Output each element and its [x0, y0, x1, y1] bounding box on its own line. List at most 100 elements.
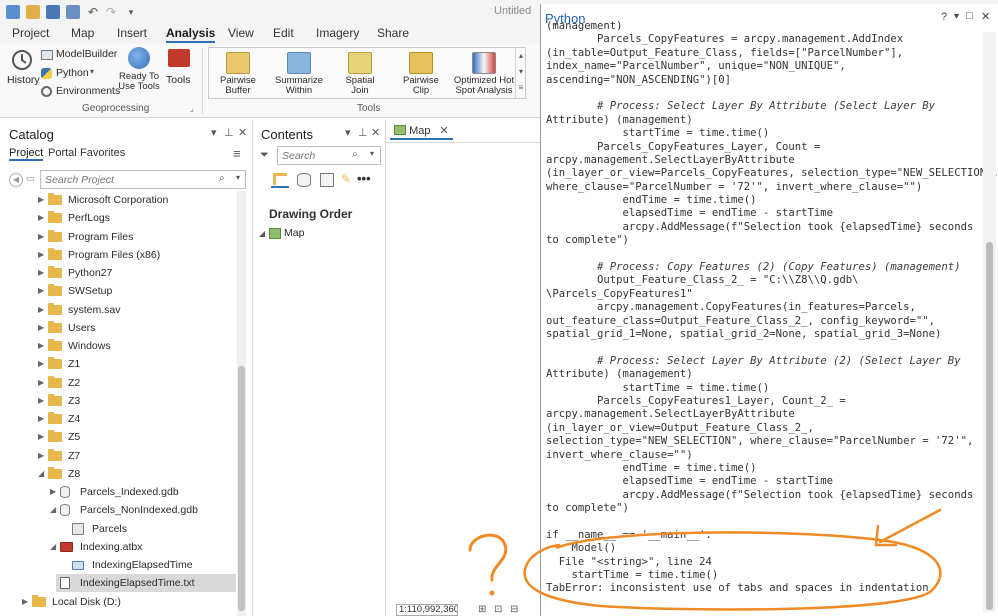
customize-icon[interactable]: ▾ [124, 5, 138, 19]
catalog-item[interactable]: ▶ Windows [0, 337, 236, 355]
summarize-within-tool[interactable]: Summarize Within [270, 52, 328, 96]
pairwise-buffer-tool[interactable]: Pairwise Buffer [209, 52, 267, 96]
map-layer-item[interactable]: ◢ Map [259, 226, 369, 242]
close-icon[interactable]: ✕ [981, 10, 990, 23]
expanded-icon[interactable]: ◢ [259, 229, 265, 238]
collapsed-icon[interactable]: ▶ [38, 213, 44, 222]
catalog-item[interactable]: ▶ SWSetup [0, 282, 236, 300]
menu-icon[interactable]: ≡ [233, 146, 241, 161]
pairwise-clip-tool[interactable]: Pairwise Clip [392, 52, 450, 96]
catalog-search-input[interactable]: Search Project [40, 170, 246, 189]
more-options-icon[interactable]: ••• [357, 171, 371, 186]
tab-share[interactable]: Share [377, 26, 409, 40]
catalog-scrollbar[interactable] [237, 191, 246, 616]
collapsed-icon[interactable]: ▶ [38, 359, 44, 368]
ready-to-use-tools-button[interactable]: Ready To Use Tools [118, 47, 160, 97]
chevron-down-icon[interactable]: ▾ [370, 149, 374, 158]
map-tab[interactable]: Map ✕ [390, 122, 453, 140]
chevron-down-icon[interactable]: ▾ [236, 173, 240, 182]
expanded-icon[interactable]: ◢ [50, 542, 56, 551]
contents-search-input[interactable]: Search [277, 146, 381, 165]
python-transcript[interactable]: (management) Parcels_CopyFeatures = arcp… [546, 20, 998, 596]
dialog-launcher-icon[interactable]: ⌟ [190, 104, 194, 113]
collapsed-icon[interactable]: ▶ [50, 487, 56, 496]
search-icon[interactable]: ⌕ [352, 149, 358, 160]
catalog-item[interactable]: ◢ Parcels_NonIndexed.gdb [0, 501, 236, 519]
collapsed-icon[interactable]: ▶ [38, 268, 44, 277]
collapsed-icon[interactable]: ▶ [38, 232, 44, 241]
catalog-item[interactable]: ▶ Program Files [0, 228, 236, 246]
tab-insert[interactable]: Insert [117, 26, 147, 40]
pane-options-icon[interactable]: ▾ [211, 126, 217, 139]
catalog-item[interactable]: ▶ Z7 [0, 447, 236, 465]
scale-selector[interactable]: 1:110,992,360 [396, 604, 458, 616]
tab-imagery[interactable]: Imagery [316, 26, 359, 40]
catalog-item[interactable]: ▶ Local Disk (D:) [0, 593, 236, 611]
new-project-icon[interactable] [6, 5, 20, 19]
refresh-icon[interactable]: ▭ [26, 173, 38, 187]
environments-button[interactable]: Environments [41, 85, 121, 99]
optimized-hot-spot-tool[interactable]: Optimized Hot Spot Analysis [453, 52, 515, 96]
tab-project[interactable]: Project [12, 26, 49, 40]
modelbuilder-button[interactable]: ModelBuilder [41, 48, 121, 62]
collapsed-icon[interactable]: ▶ [38, 414, 44, 423]
catalog-item[interactable]: ▶ Z5 [0, 428, 236, 446]
tab-view[interactable]: View [228, 26, 254, 40]
pin-icon[interactable]: ⊥ [358, 126, 368, 139]
subtab-project[interactable]: Project [9, 147, 44, 161]
expanded-icon[interactable]: ◢ [50, 505, 56, 514]
close-icon[interactable]: ✕ [371, 126, 380, 139]
tab-map[interactable]: Map [71, 26, 94, 40]
python-scrollbar[interactable] [983, 32, 996, 612]
close-icon[interactable]: ✕ [440, 125, 449, 137]
catalog-item[interactable]: ▶ PerfLogs [0, 209, 236, 227]
tab-edit[interactable]: Edit [273, 26, 294, 40]
python-button[interactable]: Python ▾ [41, 67, 101, 81]
tab-analysis[interactable]: Analysis [166, 26, 216, 43]
expanded-icon[interactable]: ◢ [38, 469, 44, 478]
catalog-item[interactable]: ▶ Z3 [0, 392, 236, 410]
collapsed-icon[interactable]: ▶ [38, 341, 44, 350]
snapping-icon[interactable]: ⊟ [510, 604, 518, 615]
scroll-thumb[interactable] [238, 366, 245, 611]
catalog-item[interactable]: IndexingElapsedTime [0, 556, 236, 574]
catalog-item[interactable]: ◢ Indexing.atbx [0, 538, 236, 556]
collapsed-icon[interactable]: ▶ [38, 323, 44, 332]
collapsed-icon[interactable]: ▶ [22, 597, 28, 606]
catalog-item[interactable]: ▶ Python27 [0, 264, 236, 282]
tools-button[interactable]: Tools [166, 47, 192, 97]
collapsed-icon[interactable]: ▶ [38, 195, 44, 204]
collapsed-icon[interactable]: ▶ [38, 250, 44, 259]
catalog-item[interactable]: IndexingElapsedTime.txt [56, 574, 236, 593]
search-icon[interactable]: ⌕ [219, 173, 225, 184]
layout-icon[interactable]: ⊡ [494, 604, 502, 615]
collapsed-icon[interactable]: ▶ [38, 286, 44, 295]
catalog-item[interactable]: ◢ Z8 [0, 465, 236, 483]
list-by-editing-icon[interactable]: ✎ [341, 172, 351, 186]
redo-icon[interactable]: ↷ [104, 5, 118, 19]
catalog-item[interactable]: Parcels [0, 520, 236, 538]
history-button[interactable] [9, 48, 35, 72]
close-icon[interactable]: ✕ [238, 126, 247, 139]
scroll-thumb[interactable] [986, 242, 993, 610]
collapsed-icon[interactable]: ▶ [38, 451, 44, 460]
undo-icon[interactable]: ↶ [86, 5, 100, 19]
spatial-join-tool[interactable]: Spatial Join [331, 52, 389, 96]
grid-icon[interactable]: ⊞ [478, 604, 486, 615]
catalog-item[interactable]: ▶ Z4 [0, 410, 236, 428]
collapsed-icon[interactable]: ▶ [38, 305, 44, 314]
catalog-item[interactable]: ▶ Microsoft Corporation [0, 191, 236, 209]
list-by-source-icon[interactable] [297, 173, 311, 187]
pin-icon[interactable]: ⊥ [224, 126, 234, 139]
collapsed-icon[interactable]: ▶ [38, 396, 44, 405]
open-project-icon[interactable] [26, 5, 40, 19]
list-by-selection-icon[interactable] [320, 173, 334, 187]
subtab-favorites[interactable]: Favorites [80, 147, 125, 159]
catalog-item[interactable]: ▶ system.sav [0, 301, 236, 319]
catalog-item[interactable]: ▶ Program Files (x86) [0, 246, 236, 264]
save-icon[interactable] [46, 5, 60, 19]
pane-options-icon[interactable]: ▾ [345, 126, 351, 139]
catalog-item[interactable]: ▶ Users [0, 319, 236, 337]
catalog-item[interactable]: ▶ Z1 [0, 355, 236, 373]
filter-icon[interactable]: ⏷ [260, 149, 269, 162]
